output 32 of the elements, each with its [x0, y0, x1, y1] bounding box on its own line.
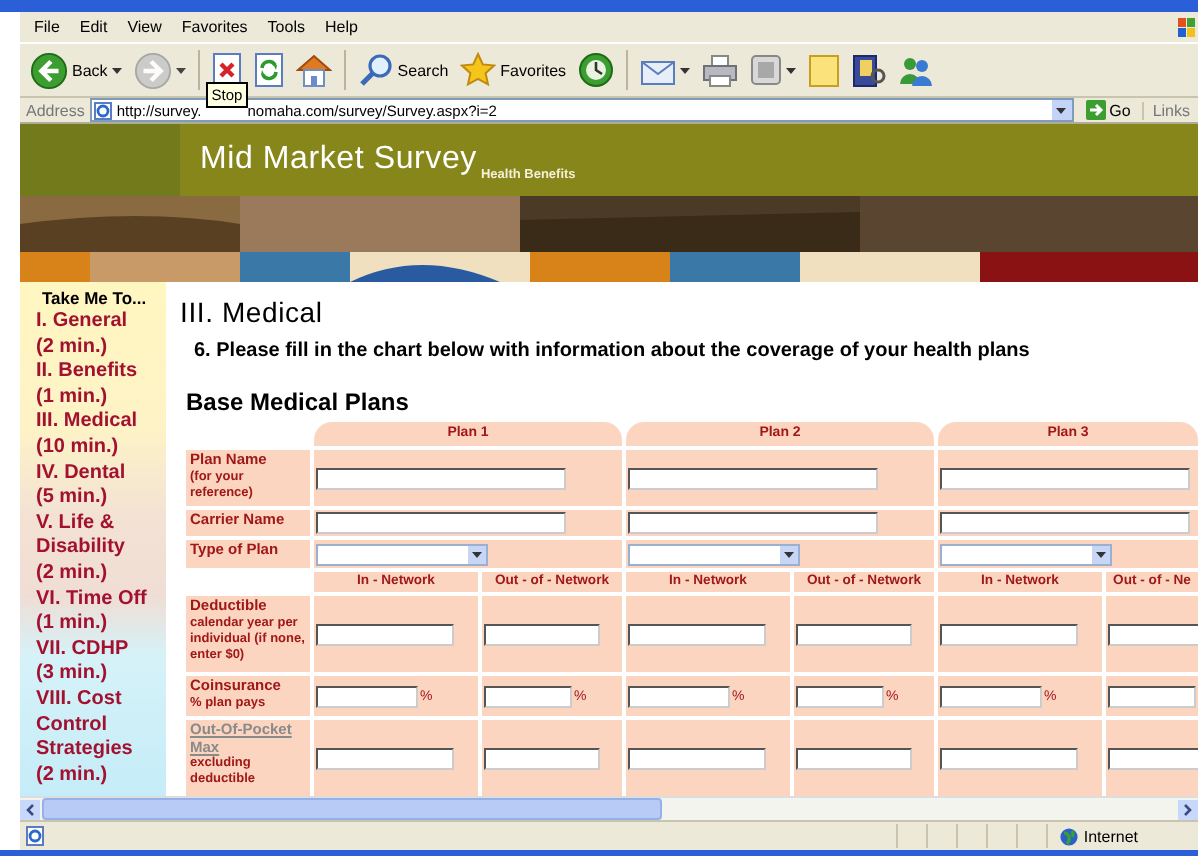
duration-label: (5 min.)	[36, 486, 110, 512]
sidebar-link[interactable]: II. Benefits	[36, 360, 164, 386]
menu-item[interactable]: Edit	[69, 15, 118, 39]
sidebar-link[interactable]: VIII. Cost Control Strategies	[36, 687, 164, 764]
site-title: Mid Market Survey	[200, 142, 477, 178]
menu-item[interactable]: Favorites	[171, 15, 258, 39]
duration-label: (2 min.)	[36, 763, 110, 789]
address-label: Address	[26, 101, 85, 119]
sidebar-link[interactable]: V. Life & Disability	[36, 511, 164, 562]
section-title: III. Medical	[180, 296, 325, 330]
sidebar-link[interactable]: IV. Dental	[36, 461, 164, 487]
duration-label: (1 min.)	[36, 385, 110, 411]
menu-item[interactable]: View	[117, 15, 172, 39]
duration-label: (3 min.)	[36, 662, 110, 688]
sidebar-link[interactable]: I. General	[36, 310, 164, 336]
duration-label: (1 min.)	[36, 612, 110, 638]
sidebar-link[interactable]: III. Medical	[36, 410, 164, 436]
question-text: 6. Please fill in the chart below with information about the coverage of your health plans	[194, 340, 1032, 362]
go-button[interactable]: Go	[1079, 100, 1137, 120]
sidebar-link[interactable]: VII. CDHP	[36, 637, 164, 663]
duration-label: (10 min.)	[36, 435, 121, 462]
menu-item[interactable]: Help	[314, 15, 368, 39]
menu-item[interactable]: Tools	[257, 15, 315, 39]
duration-label: (2 min.)	[36, 561, 110, 588]
links-label[interactable]: Links	[1142, 101, 1198, 119]
sidebar-heading: Take Me To...	[40, 288, 149, 310]
back-button[interactable]: Back	[26, 48, 126, 92]
menu-item[interactable]: File	[24, 15, 70, 39]
sidebar-link[interactable]: VI. Time Off	[36, 587, 164, 613]
table-title: Base Medical Plans	[186, 388, 411, 416]
status-zone: Internet	[1083, 827, 1138, 845]
duration-label: (2 min.)	[36, 335, 110, 361]
